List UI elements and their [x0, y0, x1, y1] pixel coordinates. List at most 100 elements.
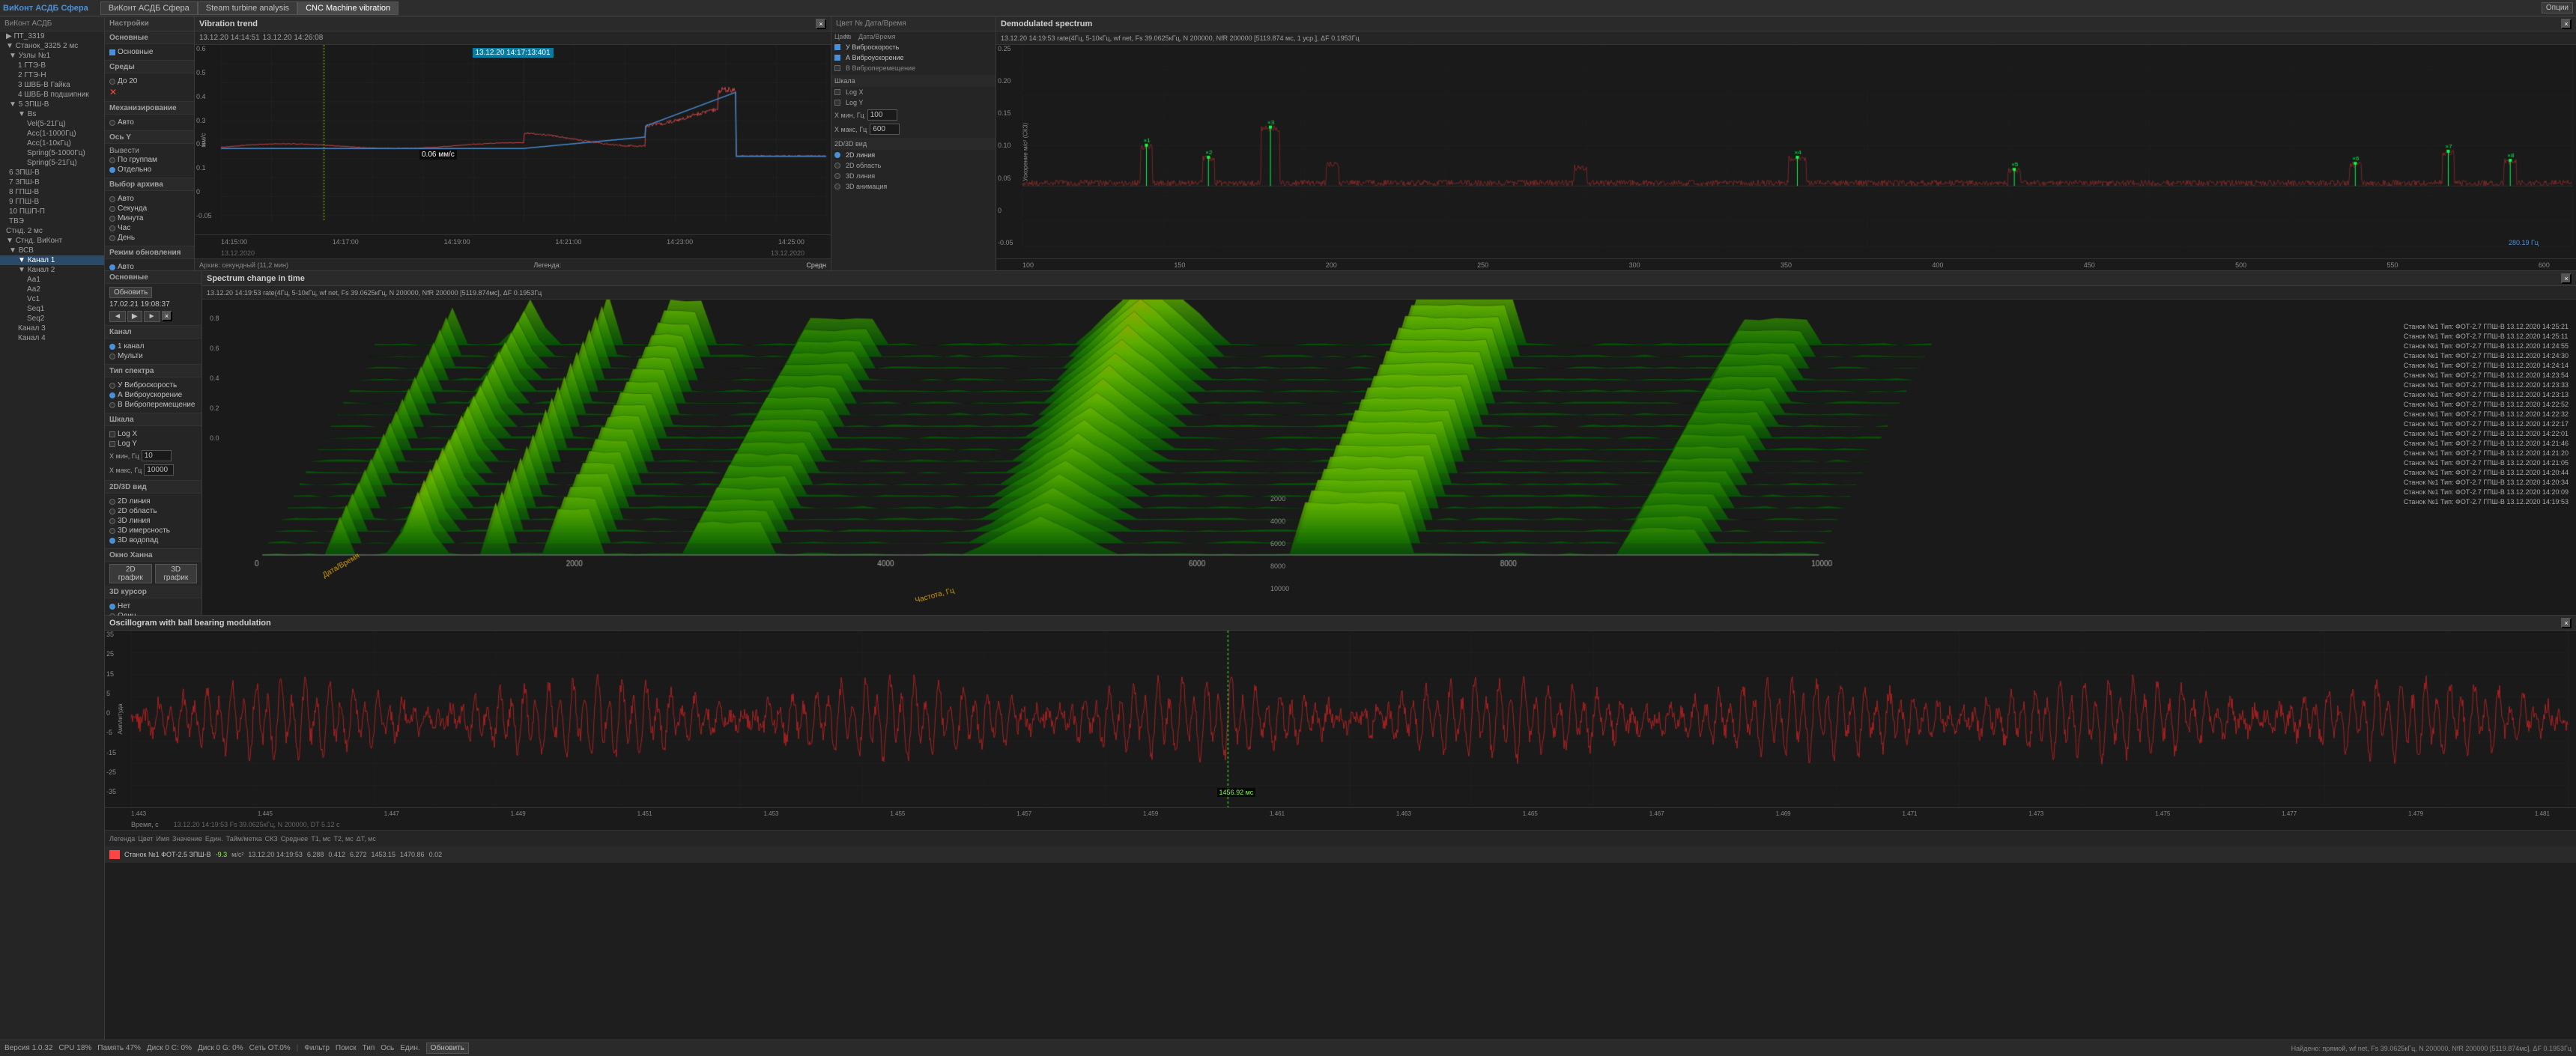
options-button[interactable]: Опции: [2542, 2, 2573, 13]
radio-3d-imm[interactable]: 3D имерсность: [109, 526, 197, 535]
tree-item-seq2[interactable]: Seq2: [0, 314, 104, 324]
tree-item-ch3[interactable]: Канал 3: [0, 324, 104, 333]
tree-item-vs[interactable]: ▼ Вs: [0, 109, 104, 119]
demod-mode-3d[interactable]: 3D линия: [831, 171, 995, 181]
vibration-settings-panel: Настройки Основные Основные Среды До 20: [105, 16, 195, 270]
demod-x-max: X макс, Гц: [831, 122, 995, 136]
tree-item-pt3319[interactable]: ▶ ПТ_3319: [0, 31, 104, 41]
oscillogram-chart-area[interactable]: 35 25 15 5 0 -5 -15 -25 -35 Амплитуда 14…: [105, 631, 2576, 807]
demodulated-chart[interactable]: [996, 45, 2576, 258]
radio-cursor-none[interactable]: Нет: [109, 601, 197, 611]
tree-item-ch4[interactable]: Канал 4: [0, 333, 104, 343]
tree-item-stndvk[interactable]: ▼ Стнд. ВиКонт: [0, 236, 104, 246]
demod-mode-2d-area[interactable]: 2D область: [831, 160, 995, 171]
check-log-x[interactable]: Log X: [109, 429, 197, 439]
x-min-input[interactable]: [142, 450, 172, 461]
oscillogram-close[interactable]: ×: [2561, 618, 2572, 628]
tab-cnc[interactable]: CNC Machine vibration: [297, 1, 398, 15]
waterfall-canvas[interactable]: [202, 300, 2576, 615]
radio-separate[interactable]: Отдельно: [109, 165, 190, 175]
tree-item-gpsh2[interactable]: 9 ГПШ-В: [0, 197, 104, 207]
radio-auto[interactable]: Авто: [109, 118, 190, 127]
tree-item-stanok[interactable]: ▼ Станок_3325 2 мс: [0, 41, 104, 51]
plot-3d-btn[interactable]: 3D график: [155, 564, 198, 583]
radio-day[interactable]: День: [109, 233, 190, 243]
tree-item-gte-n[interactable]: 2 ГТЭ-Н: [0, 70, 104, 80]
nav-play[interactable]: ▶: [127, 311, 142, 322]
radio-3d-line[interactable]: 3D линия: [109, 516, 197, 526]
tree-item-spring2[interactable]: Spring(5-21Гц): [0, 158, 104, 168]
radio-2d-area[interactable]: 2D область: [109, 506, 197, 516]
tab-vikont[interactable]: ВиКонт АСДБ Сфера: [100, 1, 198, 15]
tree-item-vsv[interactable]: ▼ ВСВ: [0, 246, 104, 255]
oscillogram-canvas[interactable]: [105, 631, 2576, 807]
radio-group[interactable]: По группам: [109, 155, 190, 165]
radio-dot-y-vibro: [109, 383, 115, 389]
radio-auto-update[interactable]: Авто: [109, 262, 190, 270]
demod-mode-2d[interactable]: 2D линия: [831, 150, 995, 160]
demod-log-x[interactable]: Log X: [831, 87, 995, 97]
tree-item-vc1[interactable]: Vc1: [0, 294, 104, 304]
radio-a-vibro[interactable]: А Виброускорение: [109, 390, 197, 400]
nav-prev[interactable]: ◄: [109, 311, 126, 322]
radio-second[interactable]: Секунда: [109, 204, 190, 213]
a-vibro-label: А Виброускорение: [118, 391, 182, 399]
tree-item-shvb2[interactable]: 4 ШВБ-В подшипник: [0, 90, 104, 100]
demodulated-close[interactable]: ×: [2561, 19, 2572, 29]
tree-item-spring1[interactable]: Spring(5-1000Гц): [0, 148, 104, 158]
tree-item-acc1[interactable]: Аcc(1-1000Гц): [0, 129, 104, 139]
tree-item-tve[interactable]: ТВЭ: [0, 216, 104, 226]
radio-y-vibro[interactable]: У Виброскорость: [109, 380, 197, 390]
vibration-trend-chart[interactable]: [195, 45, 831, 234]
tree-item-uzly[interactable]: ▼ Узлы №1: [0, 51, 104, 61]
radio-2d-line[interactable]: 2D линия: [109, 497, 197, 506]
vibration-trend-close[interactable]: ×: [816, 19, 826, 29]
radio-2d: [834, 152, 840, 158]
demod-x-max-input[interactable]: [870, 124, 900, 135]
vibration-x-axis: 14:15:00 14:17:00 14:19:00 14:21:00 14:2…: [195, 234, 831, 248]
tree-item-aa2[interactable]: Аа2: [0, 285, 104, 294]
tree-item-zpsh[interactable]: ▼ 5 ЗПШ-В: [0, 100, 104, 109]
tab-steam[interactable]: Steam turbine analysis: [198, 1, 297, 15]
vibration-trend-info: 13.12.20 14:14:51 13.12.20 14:26:08: [195, 31, 831, 45]
radio-ch1[interactable]: 1 канал: [109, 342, 197, 351]
radio-dot-3d-waterfall: [109, 538, 115, 544]
tree-item-shvb[interactable]: 3 ШВБ-В Гайка: [0, 80, 104, 90]
radio-up-to-20[interactable]: До 20: [109, 76, 190, 86]
tree-item-ch1[interactable]: ▼ Канал 1: [0, 255, 104, 265]
cpu-label: CPU 18%: [58, 1044, 91, 1052]
nav-next[interactable]: ►: [144, 311, 160, 322]
radio-3d-waterfall[interactable]: 3D водопад: [109, 535, 197, 545]
tree-item-acc2[interactable]: Аcc(1-10кГц): [0, 139, 104, 148]
radio-v-vibro[interactable]: В Виброперемещение: [109, 400, 197, 410]
tree-item-gte-v[interactable]: 1 ГТЭ-В: [0, 61, 104, 70]
tree-item-ch2[interactable]: ▼ Канал 2: [0, 265, 104, 275]
tree-item-zpsh2[interactable]: 6 ЗПШ-В: [0, 168, 104, 177]
radio-multi[interactable]: Мульти: [109, 351, 197, 361]
radio-hour[interactable]: Час: [109, 223, 190, 233]
tree-item-aa1[interactable]: Аа1: [0, 275, 104, 285]
update-status-btn[interactable]: Обновить: [426, 1043, 469, 1054]
radio-auto-scale[interactable]: Авто: [109, 194, 190, 204]
spectrum-change-close[interactable]: ×: [2561, 273, 2572, 284]
channel-header: Канал: [105, 326, 201, 339]
waterfall-3d-chart[interactable]: Станок №1 Тип: ФОТ-2.7 ГПШ-В 13.12.2020 …: [202, 300, 2576, 615]
demod-log-y[interactable]: Log Y: [831, 97, 995, 108]
tree-item-stnd[interactable]: Стнд. 2 мс: [0, 226, 104, 236]
radio-minute[interactable]: Минута: [109, 213, 190, 223]
tree-item-vel1[interactable]: Vel(5-21Гц): [0, 119, 104, 129]
tree-item-zpsh3[interactable]: 7 ЗПШ-В: [0, 177, 104, 187]
spectrum-close[interactable]: ×: [162, 311, 172, 321]
annotation-item: Станок №1 Тип: ФОТ-2.7 ГПШ-В 13.12.2020 …: [2404, 429, 2569, 439]
update-button[interactable]: Обновить: [109, 287, 152, 298]
demod-mode-3d-anim[interactable]: 3D анимация: [831, 181, 995, 192]
plot-2d-btn[interactable]: 2D график: [109, 564, 152, 583]
demod-x-min-input[interactable]: [867, 109, 897, 121]
x-max-input[interactable]: [144, 464, 174, 476]
tree-item-seq1[interactable]: Seq1: [0, 304, 104, 314]
check-log-y[interactable]: Log Y: [109, 439, 197, 449]
basic-label: Основные: [118, 48, 153, 56]
check-basic[interactable]: Основные: [109, 47, 190, 57]
tree-item-gpsh1[interactable]: 8 ГПШ-В: [0, 187, 104, 197]
tree-item-pshp[interactable]: 10 ПШП-П: [0, 207, 104, 216]
